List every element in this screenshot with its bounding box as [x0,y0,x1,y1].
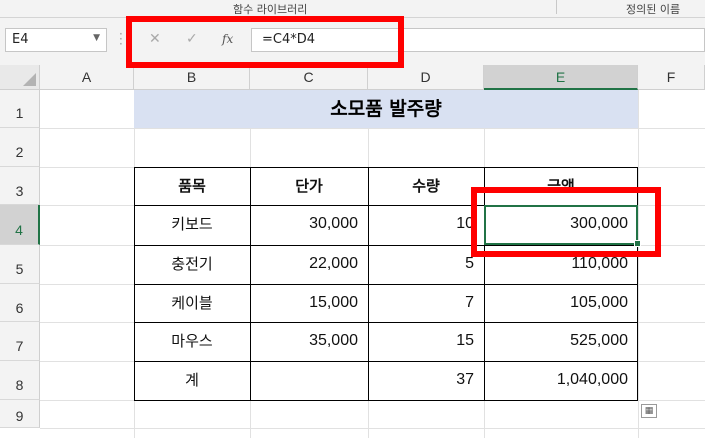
table-border [637,167,638,401]
fill-handle[interactable] [634,240,641,247]
row-header-8[interactable]: 8 [0,361,40,400]
formula-input[interactable]: =C4*D4 [251,28,705,52]
formula-bar: E4 ▼ · · · ✕ ✓ fx =C4*D4 [0,18,705,65]
row-header-9[interactable]: 9 [0,400,40,428]
cell-amount[interactable]: 105,000 [484,284,638,322]
ribbon-group-function-library[interactable]: 함수 라이브러리 [233,1,307,17]
total-qty-cell[interactable]: 37 [368,361,484,400]
row-header-3[interactable]: 3 [0,167,40,205]
header-cell-amount[interactable]: 금액 [484,167,638,205]
header-cell-item[interactable]: 품목 [134,167,250,205]
formula-buttons: ✕ ✓ fx [135,28,245,52]
column-header-f[interactable]: F [638,65,705,90]
table-border [134,400,638,401]
row-header-4[interactable]: 4 [0,205,40,245]
ribbon-separator [556,0,557,14]
formula-bar-grip-icon[interactable]: · · · [119,28,123,50]
chevron-down-icon[interactable]: ▼ [93,33,100,43]
column-header-d[interactable]: D [368,65,484,90]
cell-qty[interactable]: 7 [368,284,484,322]
cell-item[interactable]: 충전기 [134,245,250,284]
sheet-title[interactable]: 소모품 발주량 [134,90,638,128]
table-border [134,361,638,362]
cell-qty[interactable]: 15 [368,322,484,361]
name-box[interactable]: E4 ▼ [5,28,107,52]
cell-price[interactable]: 35,000 [250,322,368,361]
cell-qty[interactable]: 5 [368,245,484,284]
table-border [134,284,638,285]
table-border [134,245,638,246]
cell-price[interactable]: 22,000 [250,245,368,284]
cancel-icon[interactable]: ✕ [149,31,161,47]
row-header-6[interactable]: 6 [0,284,40,322]
table-border [134,322,638,323]
cell-amount[interactable]: 110,000 [484,245,638,284]
quick-analysis-icon[interactable]: ▦ [641,404,657,418]
row-header-1[interactable]: 1 [0,90,40,128]
table-border [484,167,485,401]
total-label-cell[interactable]: 계 [134,361,250,400]
cell-item[interactable]: 마우스 [134,322,250,361]
gridline [40,428,705,429]
select-all-button[interactable] [0,65,40,90]
header-cell-qty[interactable]: 수량 [368,167,484,205]
gridline [40,128,705,129]
insert-function-icon[interactable]: fx [222,32,233,46]
ribbon-strip: 함수 라이브러리 정의된 이름 [0,0,705,18]
row-header-2[interactable]: 2 [0,128,40,167]
column-header-b[interactable]: B [134,65,250,90]
active-cell-border [484,205,638,245]
cell-qty[interactable]: 10 [368,205,484,245]
table-border [134,167,638,168]
column-header-c[interactable]: C [250,65,368,90]
table-border [134,167,135,401]
cell-price[interactable]: 30,000 [250,205,368,245]
gridline [638,90,639,438]
cell-item[interactable]: 케이블 [134,284,250,322]
cell-item[interactable]: 키보드 [134,205,250,245]
column-header-a[interactable]: A [40,65,134,90]
cell-price[interactable]: 15,000 [250,284,368,322]
ribbon-group-defined-names[interactable]: 정의된 이름 [626,1,680,17]
cell-amount[interactable]: 525,000 [484,322,638,361]
row-header-5[interactable]: 5 [0,245,40,284]
column-header-e[interactable]: E [484,65,638,90]
total-price-cell[interactable] [250,361,368,400]
table-border [250,167,251,401]
enter-icon[interactable]: ✓ [186,31,198,47]
name-box-value: E4 [12,32,29,47]
total-amount-cell[interactable]: 1,040,000 [484,361,638,400]
table-border [368,167,369,401]
row-header-7[interactable]: 7 [0,322,40,361]
select-all-icon [23,73,36,86]
header-cell-price[interactable]: 단가 [250,167,368,205]
